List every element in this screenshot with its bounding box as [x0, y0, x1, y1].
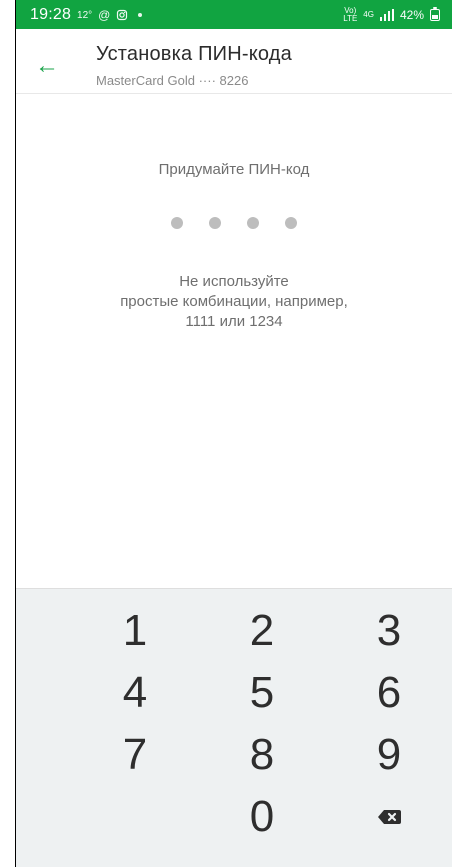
pin-dot: [285, 217, 297, 229]
battery-fill: [432, 14, 438, 19]
pin-dots: [16, 217, 452, 229]
status-temp: 12°: [77, 10, 93, 21]
backspace-icon: [377, 808, 401, 826]
pin-hint-line: Не используйте: [179, 273, 289, 290]
keypad-key-6[interactable]: 6: [329, 662, 449, 724]
pin-hint: Не используйте простые комбинации, напри…: [16, 272, 452, 332]
status-bar: 19:28 12° @ Vo) LTE 4G 42%: [16, 0, 452, 29]
card-subtitle: MasterCard Gold ···· 8226: [96, 73, 249, 88]
keypad-key-1[interactable]: 1: [75, 600, 195, 662]
keypad-key-4[interactable]: 4: [75, 662, 195, 724]
keypad-key-0[interactable]: 0: [202, 786, 322, 848]
signal-bar: [379, 16, 382, 21]
battery-percent: 42%: [399, 7, 424, 22]
signal-bar: [387, 10, 390, 21]
page-title: Установка ПИН-кода: [96, 43, 292, 65]
pin-prompt: Придумайте ПИН-код: [158, 161, 310, 178]
notification-dot: [138, 12, 143, 17]
network-4g-indicator: 4G: [363, 9, 374, 19]
signal-bar: [391, 8, 394, 21]
keypad-key-2[interactable]: 2: [202, 600, 322, 662]
keypad-key-5[interactable]: 5: [202, 662, 322, 724]
volte-indicator: Vo) LTE: [343, 5, 358, 23]
keypad-key-3[interactable]: 3: [329, 600, 449, 662]
battery-icon: [430, 6, 440, 21]
back-button[interactable]: ←: [30, 49, 64, 83]
numeric-keypad: 123 456 7890: [16, 588, 452, 867]
at-icon: @: [98, 7, 111, 22]
signal-bar: [383, 13, 386, 21]
keypad-key-7[interactable]: 7: [75, 724, 195, 786]
pin-hint-line: 1111 или 1234: [185, 313, 283, 330]
pin-hint-line: простые комбинации, например,: [120, 293, 348, 310]
status-left: 19:28 12° @: [30, 5, 143, 24]
pin-dot: [247, 217, 259, 229]
app-bar: ← Установка ПИН-кода MasterCard Gold ···…: [16, 29, 452, 94]
status-right: Vo) LTE 4G 42%: [343, 5, 440, 23]
keypad-key-8[interactable]: 8: [202, 724, 322, 786]
app-frame: 19:28 12° @ Vo) LTE 4G 42% ← Установка П…: [15, 0, 452, 867]
pin-dot: [171, 217, 183, 229]
pin-entry-content: Придумайте ПИН-код Не используйте просты…: [16, 94, 452, 588]
arrow-left-icon: ←: [35, 52, 59, 79]
status-time: 19:28: [30, 5, 72, 23]
pin-dot: [209, 217, 221, 229]
signal-icon: [379, 8, 394, 21]
keypad-key-9[interactable]: 9: [329, 724, 449, 786]
instagram-icon: [116, 9, 128, 21]
backspace-key[interactable]: [329, 786, 449, 848]
